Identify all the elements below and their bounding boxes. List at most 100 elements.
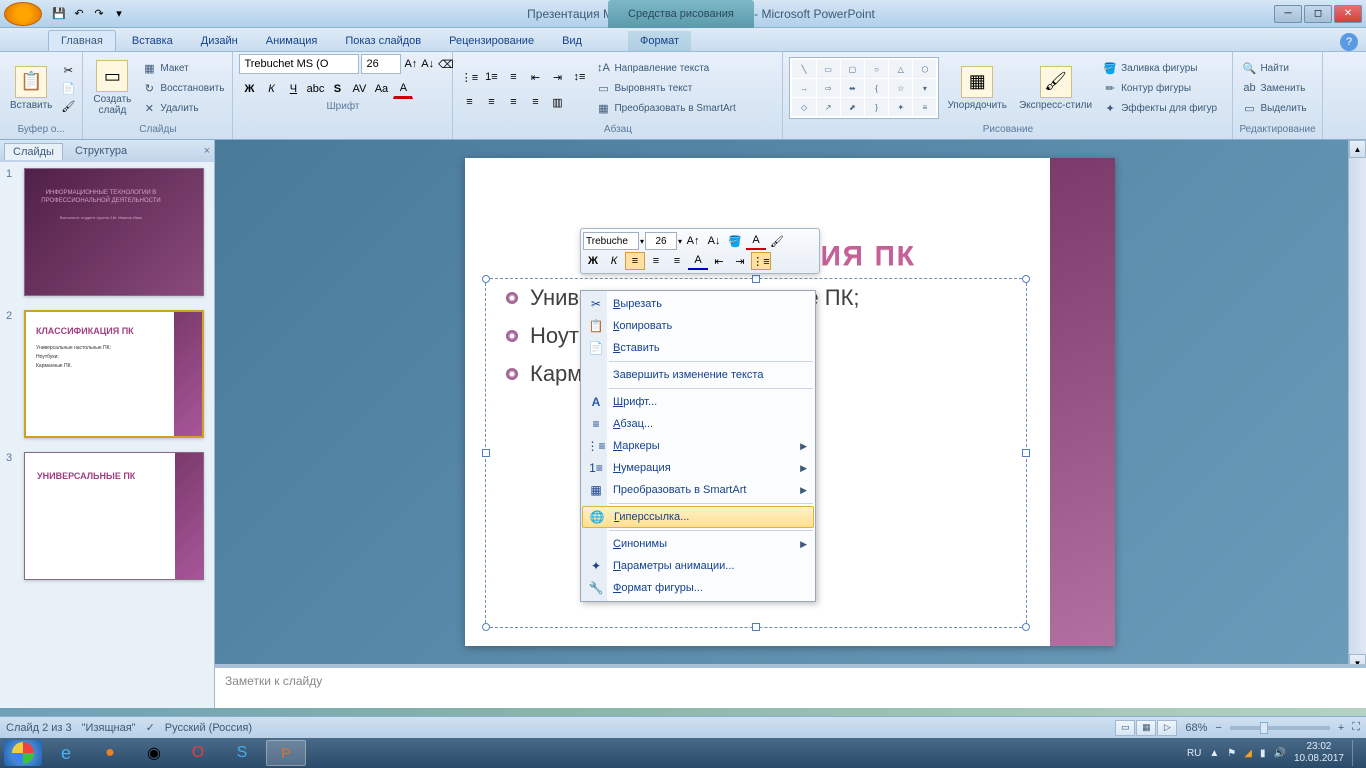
- cm-bullets[interactable]: ⋮≡Маркеры▶: [581, 435, 815, 457]
- arrange-button[interactable]: ▦ Упорядочить: [943, 64, 1011, 113]
- thumb-row[interactable]: 2 КЛАССИФИКАЦИЯ ПК Универсальные настоль…: [6, 310, 208, 438]
- cm-cut[interactable]: ✂Вырезать: [581, 293, 815, 315]
- cm-font[interactable]: AШрифт...: [581, 391, 815, 413]
- strikethrough-icon[interactable]: abc: [305, 79, 325, 99]
- tab-animation[interactable]: Анимация: [254, 31, 330, 51]
- italic-icon[interactable]: К: [261, 79, 281, 99]
- slide-thumb-1[interactable]: ИНФОРМАЦИОННЫЕ ТЕХНОЛОГИИ В ПРОФЕССИОНАЛ…: [24, 168, 204, 296]
- paste-button[interactable]: 📋 Вставить: [6, 64, 56, 113]
- mini-align-right-icon[interactable]: ≡: [667, 252, 687, 270]
- normal-view-icon[interactable]: ▭: [1115, 720, 1135, 736]
- tray-av-icon[interactable]: ◢: [1244, 748, 1252, 759]
- multilevel-icon[interactable]: ≡: [503, 67, 523, 87]
- notes-pane[interactable]: Заметки к слайду: [215, 664, 1366, 708]
- resize-handle[interactable]: [482, 623, 490, 631]
- resize-handle[interactable]: [1022, 449, 1030, 457]
- replace-button[interactable]: abЗаменить: [1239, 79, 1308, 97]
- slideshow-view-icon[interactable]: ▷: [1157, 720, 1177, 736]
- quick-styles-button[interactable]: 🖌 Экспресс-стили: [1015, 64, 1096, 113]
- shape-effects-button[interactable]: ✦Эффекты для фигур: [1100, 99, 1219, 117]
- resize-handle[interactable]: [1022, 275, 1030, 283]
- undo-icon[interactable]: ↶: [70, 5, 88, 23]
- cm-paragraph[interactable]: ≡Абзац...: [581, 413, 815, 435]
- minimize-button[interactable]: ─: [1274, 5, 1302, 23]
- convert-smartart-button[interactable]: ▦Преобразовать в SmartArt: [593, 99, 737, 117]
- shrink-font-icon[interactable]: A↓: [420, 54, 435, 74]
- columns-icon[interactable]: ▥: [547, 92, 567, 112]
- cm-numbering[interactable]: 1≡Нумерация▶: [581, 457, 815, 479]
- shapes-gallery[interactable]: ╲▭▢○△⬡ →⇨⬌{☆▾ ◇↗⬈}✦≡: [789, 57, 939, 119]
- mini-bullets-icon[interactable]: ⋮≡: [751, 252, 771, 270]
- shape-outline-button[interactable]: ✏Контур фигуры: [1100, 79, 1219, 97]
- tray-network-icon[interactable]: ▮: [1260, 748, 1266, 759]
- task-ie[interactable]: e: [46, 740, 86, 766]
- align-center-icon[interactable]: ≡: [481, 92, 501, 112]
- delete-button[interactable]: ✕Удалить: [139, 99, 226, 117]
- reset-button[interactable]: ↻Восстановить: [139, 79, 226, 97]
- panel-close-icon[interactable]: ×: [204, 145, 210, 157]
- font-name-select[interactable]: [239, 54, 359, 74]
- text-direction-button[interactable]: ↕AНаправление текста: [593, 59, 737, 77]
- tab-design[interactable]: Дизайн: [189, 31, 250, 51]
- task-chrome[interactable]: ◉: [134, 740, 174, 766]
- bold-icon[interactable]: Ж: [239, 79, 259, 99]
- mini-size-select[interactable]: [645, 232, 677, 250]
- task-firefox[interactable]: ●: [90, 740, 130, 766]
- help-icon[interactable]: ?: [1340, 33, 1358, 51]
- thumb-row[interactable]: 1 ИНФОРМАЦИОННЫЕ ТЕХНОЛОГИИ В ПРОФЕССИОН…: [6, 168, 208, 296]
- zoom-in-icon[interactable]: +: [1338, 722, 1344, 734]
- dec-indent-icon[interactable]: ⇤: [525, 67, 545, 87]
- mini-italic-icon[interactable]: К: [604, 252, 624, 270]
- cut-icon[interactable]: ✂: [60, 62, 76, 78]
- mini-highlight-icon[interactable]: 🪣: [725, 232, 745, 250]
- tray-action-icon[interactable]: ⚑: [1227, 748, 1236, 759]
- mini-align-center-icon[interactable]: ≡: [646, 252, 666, 270]
- slide-thumb-3[interactable]: УНИВЕРСАЛЬНЫЕ ПК: [24, 452, 204, 580]
- task-skype[interactable]: S: [222, 740, 262, 766]
- resize-handle[interactable]: [482, 449, 490, 457]
- zoom-thumb[interactable]: [1260, 722, 1268, 734]
- qat-dropdown-icon[interactable]: ▾: [110, 5, 128, 23]
- zoom-out-icon[interactable]: −: [1215, 722, 1221, 734]
- tray-show-hidden-icon[interactable]: ▲: [1209, 748, 1219, 759]
- font-size-select[interactable]: [361, 54, 401, 74]
- line-spacing-icon[interactable]: ↕≡: [569, 67, 589, 87]
- cm-format-shape[interactable]: 🔧Формат фигуры...: [581, 577, 815, 599]
- tab-slides[interactable]: Слайды: [4, 143, 63, 160]
- tab-insert[interactable]: Вставка: [120, 31, 185, 51]
- format-painter-icon[interactable]: 🖌: [60, 98, 76, 114]
- align-right-icon[interactable]: ≡: [503, 92, 523, 112]
- underline-icon[interactable]: Ч: [283, 79, 303, 99]
- grow-font-icon[interactable]: A↑: [403, 54, 418, 74]
- resize-handle[interactable]: [1022, 623, 1030, 631]
- slide-thumb-2[interactable]: КЛАССИФИКАЦИЯ ПК Универсальные настольны…: [24, 310, 204, 438]
- mini-font-color2-icon[interactable]: A: [688, 252, 708, 270]
- mini-shrink-font-icon[interactable]: A↓: [704, 232, 724, 250]
- cm-synonyms[interactable]: Синонимы▶: [581, 533, 815, 555]
- mini-dec-indent-icon[interactable]: ⇤: [709, 252, 729, 270]
- mini-format-painter-icon[interactable]: 🖌: [767, 232, 787, 250]
- new-slide-button[interactable]: ▭ Создать слайд: [89, 58, 135, 118]
- thumb-row[interactable]: 3 УНИВЕРСАЛЬНЫЕ ПК: [6, 452, 208, 580]
- tab-slideshow[interactable]: Показ слайдов: [333, 31, 433, 51]
- align-left-icon[interactable]: ≡: [459, 92, 479, 112]
- cm-end-edit[interactable]: Завершить изменение текста: [581, 364, 815, 386]
- mini-font-select[interactable]: [583, 232, 639, 250]
- sorter-view-icon[interactable]: ▦: [1136, 720, 1156, 736]
- resize-handle[interactable]: [752, 623, 760, 631]
- clear-format-icon[interactable]: ⌫: [437, 54, 455, 74]
- numbering-icon[interactable]: 1≡: [481, 67, 501, 87]
- cm-animation[interactable]: ✦Параметры анимации...: [581, 555, 815, 577]
- tab-outline[interactable]: Структура: [67, 143, 135, 159]
- zoom-percent[interactable]: 68%: [1185, 722, 1207, 734]
- show-desktop-button[interactable]: [1352, 740, 1362, 766]
- tab-format[interactable]: Формат: [628, 31, 691, 51]
- cm-hyperlink[interactable]: 🌐Гиперссылка...: [582, 506, 814, 528]
- char-spacing-icon[interactable]: AV: [349, 79, 369, 99]
- cm-paste[interactable]: 📄Вставить: [581, 337, 815, 359]
- fit-window-icon[interactable]: ⛶: [1352, 721, 1360, 734]
- cm-smartart[interactable]: ▦Преобразовать в SmartArt▶: [581, 479, 815, 501]
- scroll-up-icon[interactable]: ▲: [1349, 140, 1366, 158]
- status-language[interactable]: Русский (Россия): [165, 722, 252, 734]
- layout-button[interactable]: ▦Макет: [139, 59, 226, 77]
